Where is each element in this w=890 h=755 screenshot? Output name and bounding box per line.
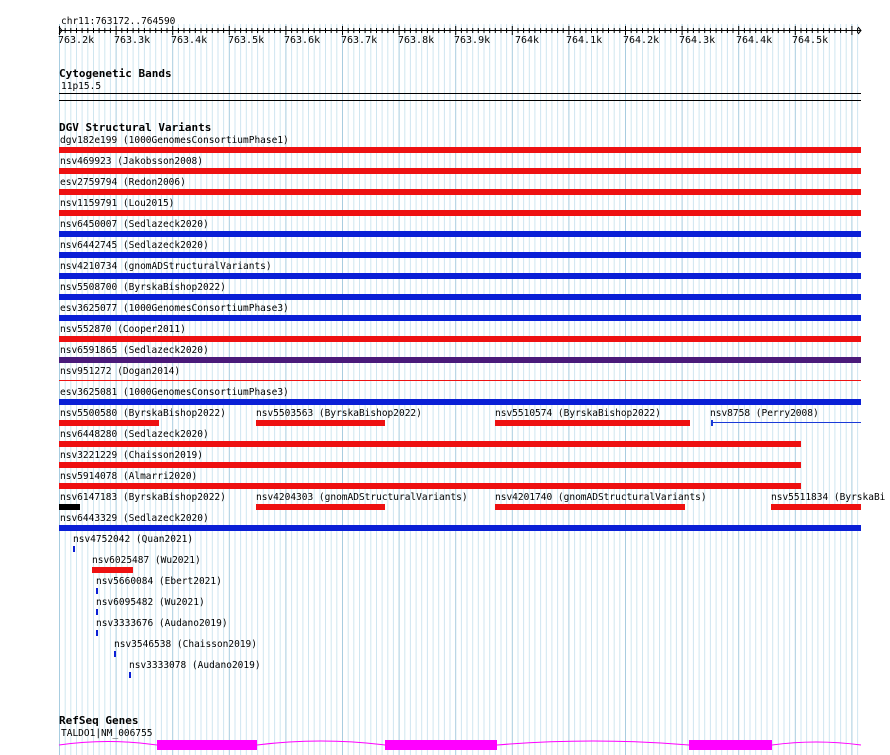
variant-bar[interactable] (59, 189, 861, 195)
ruler-tick: 763.3k (114, 35, 151, 46)
ruler-tick: 764.5k (792, 35, 829, 46)
variant-label: nsv5508700 (ByrskaBishop2022) (60, 282, 226, 293)
gene-exon (689, 740, 772, 750)
variant-label: nsv6442745 (Sedlazeck2020) (60, 240, 209, 251)
variant-label: nsv6450007 (Sedlazeck2020) (60, 219, 209, 230)
variant-bar[interactable] (59, 210, 861, 216)
variant-bar[interactable] (114, 651, 116, 657)
variant-label: nsv951272 (Dogan2014) (60, 366, 181, 377)
variant-label: nsv4201740 (gnomADStructuralVariants) (495, 492, 707, 503)
variant-bar[interactable] (129, 672, 131, 678)
gene-model[interactable] (0, 736, 890, 755)
cytoband-band-line[interactable] (59, 93, 861, 94)
variant-label: nsv3221229 (Chaisson2019) (60, 450, 203, 461)
ruler-tick: 764.4k (736, 35, 773, 46)
variant-bar[interactable] (256, 420, 385, 426)
ruler-tick: 764.1k (566, 35, 603, 46)
variant-bar[interactable] (96, 609, 98, 615)
ruler-tick: 763.5k (228, 35, 265, 46)
ruler-tick: 763.4k (171, 35, 208, 46)
variant-label: nsv6025487 (Wu2021) (92, 555, 201, 566)
variant-bar[interactable] (59, 525, 861, 531)
variant-bar[interactable] (73, 546, 75, 552)
variant-label: nsv6147183 (ByrskaBishop2022) (60, 492, 226, 503)
variant-bar[interactable] (59, 273, 861, 279)
variant-label: nsv5500580 (ByrskaBishop2022) (60, 408, 226, 419)
variant-bar[interactable] (92, 567, 133, 573)
ruler-tick: 764k (515, 35, 540, 46)
variant-label: nsv3333078 (Audano2019) (129, 660, 261, 671)
variant-label: nsv5510574 (ByrskaBishop2022) (495, 408, 661, 419)
variant-bar[interactable] (495, 420, 690, 426)
track-separator (59, 100, 861, 101)
variant-bar[interactable] (59, 315, 861, 321)
variant-label: nsv3546538 (Chaisson2019) (114, 639, 257, 650)
cytoband-track-title[interactable]: Cytogenetic Bands (59, 68, 172, 80)
ruler-tick: 763.6k (284, 35, 321, 46)
variant-bar[interactable] (59, 168, 861, 174)
variant-bar-thin[interactable] (711, 422, 861, 423)
variant-label: nsv4204303 (gnomADStructuralVariants) (256, 492, 468, 503)
variant-bar[interactable] (59, 483, 801, 489)
variant-label: nsv552870 (Cooper2011) (60, 324, 186, 335)
variant-bar[interactable] (59, 294, 861, 300)
variant-label: nsv5914078 (Almarri2020) (60, 471, 198, 482)
variant-label: nsv5660084 (Ebert2021) (96, 576, 222, 587)
variant-bar[interactable] (59, 420, 159, 426)
variant-bar[interactable] (59, 462, 801, 468)
variant-label: nsv6443329 (Sedlazeck2020) (60, 513, 209, 524)
variant-label: dgv182e199 (1000GenomesConsortiumPhase1) (60, 135, 289, 146)
variant-label: esv3625077 (1000GenomesConsortiumPhase3) (60, 303, 289, 314)
dgv-track-title[interactable]: DGV Structural Variants (59, 122, 211, 134)
variant-bar[interactable] (256, 504, 385, 510)
variant-bar[interactable] (59, 252, 861, 258)
variant-bar-thin[interactable] (59, 380, 861, 381)
variant-bar[interactable] (495, 504, 685, 510)
ruler-tick: 764.3k (679, 35, 716, 46)
variant-label: nsv4210734 (gnomADStructuralVariants) (60, 261, 272, 272)
variant-bar[interactable] (59, 231, 861, 237)
variant-label: esv2759794 (Redon2006) (60, 177, 186, 188)
variant-label: nsv6095482 (Wu2021) (96, 597, 205, 608)
variant-bar[interactable] (59, 357, 861, 363)
cytoband-label: 11p15.5 (61, 81, 102, 92)
gene-exon (157, 740, 257, 750)
ruler-tick: 763.8k (398, 35, 435, 46)
variant-bar[interactable] (59, 147, 861, 153)
ruler-tick: 763.7k (341, 35, 378, 46)
variant-bar[interactable] (96, 630, 98, 636)
variant-bar[interactable] (59, 504, 80, 510)
gene-exon (385, 740, 497, 750)
variant-label: nsv6591865 (Sedlazeck2020) (60, 345, 209, 356)
variant-bar[interactable] (59, 441, 801, 447)
variant-bar[interactable] (96, 588, 98, 594)
variant-label: nsv5503563 (ByrskaBishop2022) (256, 408, 422, 419)
variant-label: nsv6448280 (Sedlazeck2020) (60, 429, 209, 440)
variant-label: nsv1159791 (Lou2015) (60, 198, 175, 209)
variant-bar-start[interactable] (711, 420, 713, 426)
refseq-track-title[interactable]: RefSeq Genes (59, 715, 138, 727)
ruler-tick: 764.2k (623, 35, 660, 46)
ruler-tick: 763.9k (454, 35, 491, 46)
variant-bar[interactable] (771, 504, 861, 510)
variant-label: nsv3333676 (Audano2019) (96, 618, 228, 629)
variant-bar[interactable] (59, 336, 861, 342)
ruler-tick: 763.2k (58, 35, 95, 46)
variant-label: nsv5511834 (ByrskaBi (771, 492, 886, 503)
variant-bar[interactable] (59, 399, 861, 405)
variant-label: nsv8758 (Perry2008) (710, 408, 819, 419)
variant-label: esv3625081 (1000GenomesConsortiumPhase3) (60, 387, 289, 398)
variant-label: nsv469923 (Jakobsson2008) (60, 156, 203, 167)
variant-label: nsv4752042 (Quan2021) (73, 534, 194, 545)
